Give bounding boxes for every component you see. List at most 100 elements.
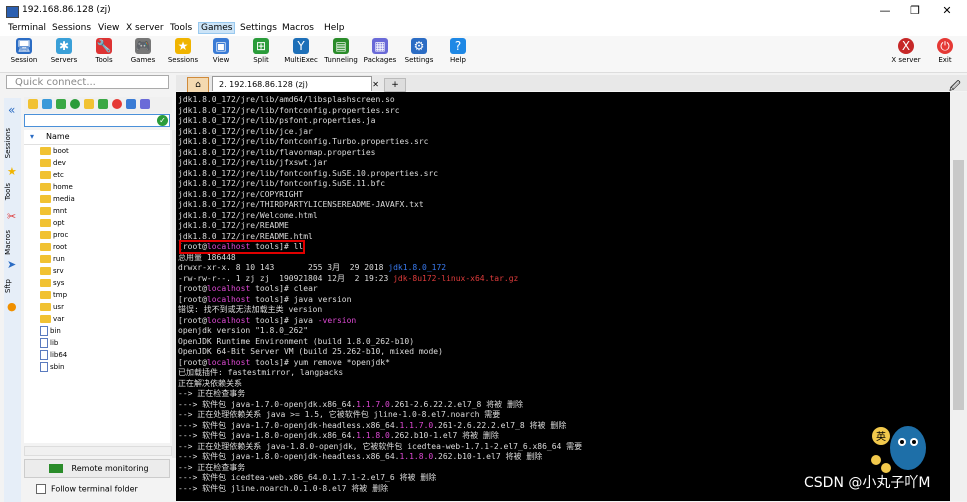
terminal-text: [root@ — [178, 294, 207, 304]
side-tab-tools[interactable]: Tools — [4, 183, 16, 200]
terminal-output[interactable]: jdk1.8.0_172/jre/lib/amd64/libsplashscre… — [176, 92, 950, 501]
collapse-icon[interactable]: « — [8, 103, 15, 117]
path-input[interactable] — [24, 114, 170, 127]
list-item-label: mnt — [53, 207, 67, 215]
side-tab-sftp[interactable]: Sftp — [4, 279, 16, 293]
tab-session-2[interactable]: 2. 192.168.86.128 (zj) ✕ — [212, 76, 379, 91]
menu-games[interactable]: Games — [198, 22, 236, 34]
terminal-text: jdk1.8.0_172/jre/lib/jfxswt.jar — [178, 158, 328, 167]
list-item[interactable]: media — [40, 193, 75, 205]
session-toolbar-button[interactable]: 🖥 Session — [4, 38, 44, 64]
menu-x-server[interactable]: X server — [124, 23, 166, 33]
upload-icon[interactable] — [56, 99, 66, 109]
quick-connect-input[interactable]: Quick connect... — [6, 75, 169, 89]
terminal-line: -rw-rw-r--. 1 zj zj 190921804 12月 2 19:2… — [178, 273, 518, 284]
folder-icon — [40, 171, 51, 179]
file-list-hscrollbar[interactable] — [24, 446, 172, 456]
terminal-text: ---> 软件包 java-1.8.0-openjdk-headless.x86… — [178, 452, 400, 461]
list-item[interactable]: usr — [40, 301, 64, 313]
list-item[interactable]: dev — [40, 157, 66, 169]
list-item[interactable]: boot — [40, 145, 69, 157]
new-tab-button[interactable]: + — [384, 78, 406, 92]
help-icon: ? — [450, 38, 466, 54]
list-item[interactable]: proc — [40, 229, 68, 241]
view-toolbar-button[interactable]: ▣ View — [201, 38, 241, 64]
remote-monitoring-button[interactable]: Remote monitoring — [24, 459, 170, 478]
menu-sessions[interactable]: Sessions — [50, 23, 93, 33]
rename-icon[interactable] — [126, 99, 136, 109]
packages-toolbar-button[interactable]: ▦ Packages — [360, 38, 400, 64]
download-icon[interactable] — [42, 99, 52, 109]
side-tab-sessions[interactable]: Sessions — [4, 128, 16, 158]
terminal-text: ---> 软件包 java-1.8.0-openjdk.x86_64. — [178, 431, 357, 440]
terminal-line: OpenJDK 64-Bit Server VM (build 25.262-b… — [178, 346, 443, 357]
list-item[interactable]: home — [40, 181, 73, 193]
list-item[interactable]: srv — [40, 265, 64, 277]
list-item[interactable]: run — [40, 253, 65, 265]
menu-macros[interactable]: Macros — [280, 23, 316, 33]
tools-toolbar-button[interactable]: 🔧 Tools — [84, 38, 124, 64]
list-item[interactable]: tmp — [40, 289, 67, 301]
terminal-line: ---> 软件包 java-1.8.0-openjdk.x86_64.1.1.8… — [178, 430, 499, 441]
menu-tools[interactable]: Tools — [168, 23, 194, 33]
close-button[interactable]: ✕ — [932, 3, 962, 19]
list-item[interactable]: sys — [40, 277, 64, 289]
follow-terminal-folder-checkbox[interactable]: Follow terminal folder — [36, 484, 138, 494]
settings-toolbar-button[interactable]: ⚙ Settings — [399, 38, 439, 64]
maximize-button[interactable]: ❐ — [900, 3, 930, 19]
file-list: boot dev etc home media mnt opt proc root run srv s… — [24, 145, 170, 443]
tree-arrow-icon: ▾ — [30, 132, 35, 141]
toolbar-button-label: Help — [450, 56, 466, 64]
multiexec-toolbar-button[interactable]: Y MultiExec — [281, 38, 321, 64]
sessions-toolbar-button[interactable]: ★ Sessions — [163, 38, 203, 64]
terminal-scroll-thumb[interactable] — [953, 160, 964, 410]
follow-terminal-folder-label: Follow terminal folder — [51, 484, 138, 494]
home-tab-icon[interactable]: ⌂ — [187, 77, 209, 93]
list-item[interactable]: mnt — [40, 205, 67, 217]
properties-icon[interactable] — [140, 99, 150, 109]
terminal-line: jdk1.8.0_172/jre/lib/jfxswt.jar — [178, 157, 327, 168]
servers-icon: ✱ — [56, 38, 72, 54]
terminal-text: .261-2.6.22.2.el7_8 将被 删除 — [433, 420, 567, 430]
menu-help[interactable]: Help — [322, 23, 347, 33]
list-item[interactable]: bin — [40, 325, 61, 337]
minimize-button[interactable]: — — [870, 3, 900, 19]
new-file-icon[interactable] — [98, 99, 108, 109]
toolbar-button-label: MultiExec — [284, 56, 318, 64]
list-item-label: media — [53, 195, 75, 203]
terminal-text: OpenJDK 64-Bit Server VM (build 25.262-b… — [178, 347, 443, 356]
menu-settings[interactable]: Settings — [238, 23, 279, 33]
folder-icon — [40, 195, 51, 203]
x-server-toolbar-button[interactable]: X X server — [886, 38, 926, 64]
list-item[interactable]: opt — [40, 217, 64, 229]
list-item[interactable]: sbin — [40, 361, 64, 373]
sftp-side-icon: ● — [7, 300, 17, 313]
split-toolbar-button[interactable]: ⊞ Split — [241, 38, 281, 64]
games-toolbar-button[interactable]: 🎮 Games — [123, 38, 163, 64]
servers-toolbar-button[interactable]: ✱ Servers — [44, 38, 84, 64]
menu-terminal[interactable]: Terminal — [6, 23, 48, 33]
exit-toolbar-button[interactable]: ⏻ Exit — [925, 38, 965, 64]
list-item[interactable]: lib64 — [40, 349, 67, 361]
refresh-icon[interactable] — [70, 99, 80, 109]
delete-icon[interactable] — [112, 99, 122, 109]
tab-close-icon[interactable]: ✕ — [372, 77, 379, 92]
list-item[interactable]: root — [40, 241, 67, 253]
file-link-icon — [40, 350, 48, 360]
toolbar-button-label: Exit — [938, 56, 952, 64]
terminal-text: 正在解决依赖关系 — [178, 378, 242, 388]
help-toolbar-button[interactable]: ? Help — [438, 38, 478, 64]
name-column-header[interactable]: Name — [46, 130, 70, 144]
folder-icon — [40, 147, 51, 155]
list-item[interactable]: etc — [40, 169, 64, 181]
menu-view[interactable]: View — [96, 23, 121, 33]
tunneling-toolbar-button[interactable]: ▤ Tunneling — [321, 38, 361, 64]
list-item[interactable]: lib — [40, 337, 58, 349]
parent-folder-icon[interactable] — [28, 99, 38, 109]
list-item[interactable]: var — [40, 313, 64, 325]
terminal-text: --> 正在检查事务 — [178, 389, 246, 398]
new-folder-icon[interactable] — [84, 99, 94, 109]
checkbox-box[interactable] — [36, 484, 46, 494]
side-tab-macros[interactable]: Macros — [4, 230, 16, 255]
path-ok-icon[interactable]: ✓ — [157, 115, 168, 126]
